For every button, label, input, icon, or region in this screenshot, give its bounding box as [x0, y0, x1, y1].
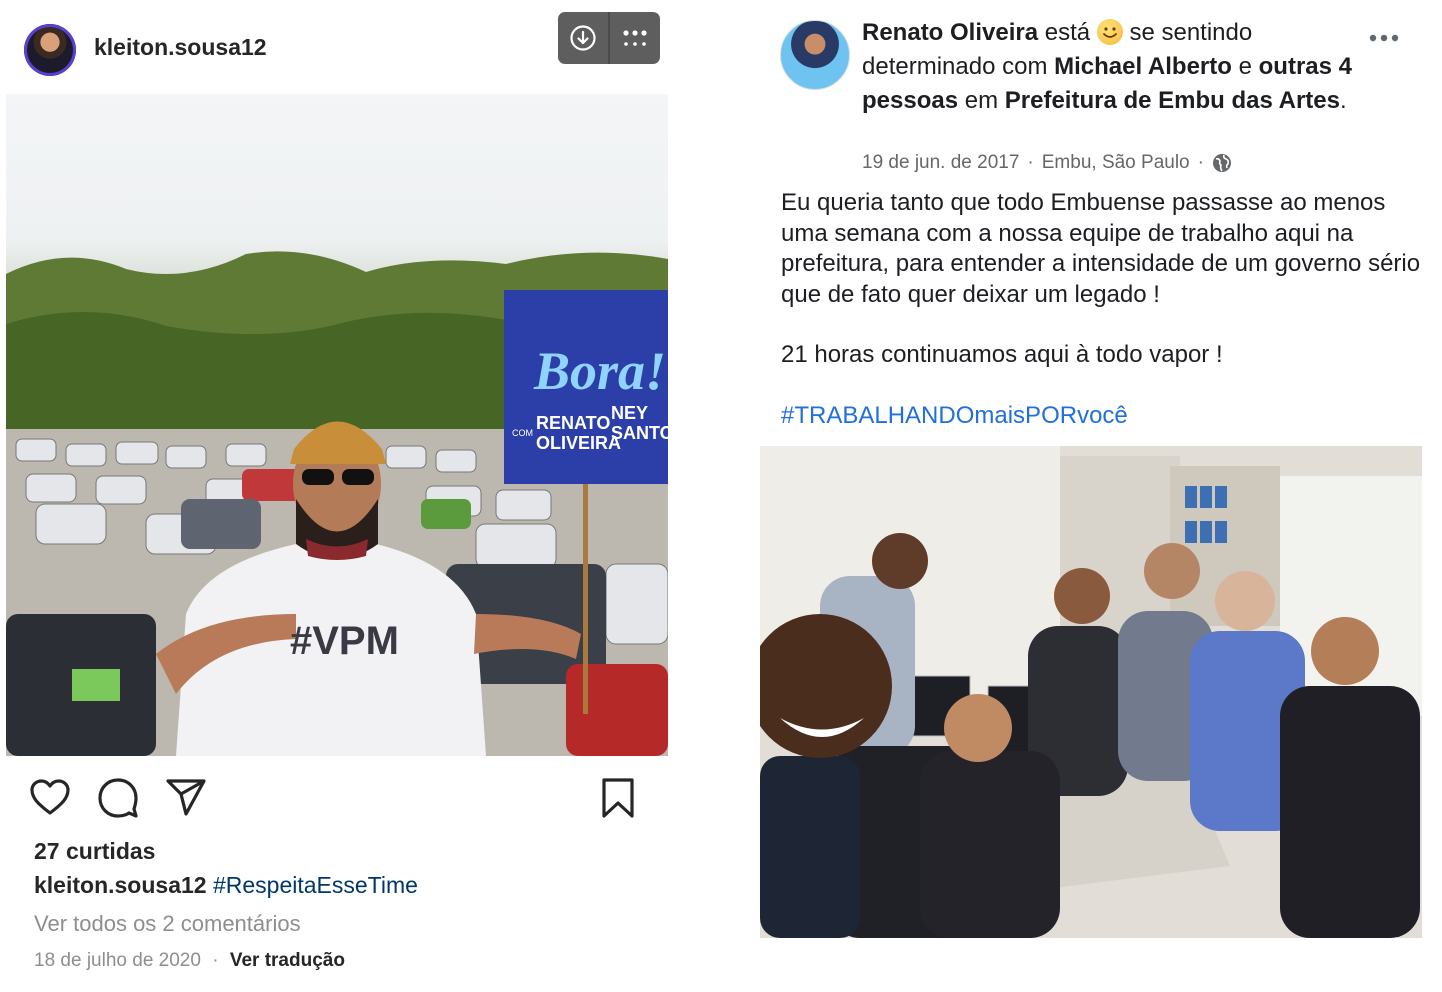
avatar[interactable]	[780, 20, 850, 90]
more-options-icon	[1369, 34, 1399, 42]
sign-name-1b: OLIVEIRA	[536, 433, 621, 453]
post-paragraph-2: 21 horas continuamos aqui à todo vapor !	[781, 341, 1223, 368]
save-button[interactable]	[596, 776, 640, 820]
post-action-bar	[28, 776, 648, 820]
sign-name-1a: RENATO	[536, 413, 610, 433]
sign-name-2b: SANTOS	[611, 423, 668, 443]
post-location[interactable]: Embu, São Paulo	[1042, 152, 1190, 174]
post-photo[interactable]: Bora! RENATO OLIVEIRA NEY SANTOS COM #VP…	[6, 94, 668, 756]
more-options-button[interactable]	[1366, 30, 1406, 46]
tagged-person[interactable]: Michael Alberto	[1054, 53, 1232, 80]
sign-com: COM	[512, 428, 533, 438]
post-photo[interactable]	[760, 446, 1422, 938]
post-date[interactable]: 19 de jun. de 2017	[862, 152, 1019, 174]
likes-count[interactable]: 27 curtidas	[34, 838, 155, 865]
heart-icon	[30, 779, 70, 815]
period: .	[1339, 87, 1347, 114]
more-options-icon	[623, 30, 647, 46]
caption-hashtag[interactable]: #RespeitaEsseTime	[213, 872, 418, 898]
globe-icon	[1212, 154, 1231, 172]
download-button[interactable]	[558, 12, 608, 64]
download-icon	[570, 25, 596, 51]
avatar[interactable]	[24, 24, 76, 76]
comment-button[interactable]	[96, 776, 140, 820]
post-meta: 19 de jun. de 2017 · Embu, São Paulo ·	[862, 152, 1232, 174]
share-button[interactable]	[164, 776, 208, 820]
caption-username[interactable]: kleiton.sousa12	[34, 872, 207, 898]
date-separator: ·	[212, 950, 219, 971]
author-name[interactable]: Renato Oliveira	[862, 19, 1038, 46]
post-author-username[interactable]: kleiton.sousa12	[94, 34, 267, 61]
feeling-word: determinado	[862, 53, 996, 80]
post-date-row: 18 de julho de 2020 · Ver tradução	[34, 950, 345, 972]
sign-headline: Bora!	[533, 341, 666, 401]
more-options-button[interactable]	[610, 12, 660, 64]
comment-icon	[98, 778, 138, 818]
feeling-text: se sentindo	[1129, 19, 1253, 46]
photo-controls	[558, 12, 660, 64]
sign-name-2a: NEY	[611, 403, 648, 423]
post-header: Renato Oliveira está se sentindo determi…	[862, 16, 1362, 118]
post-hashtag[interactable]: #TRABALHANDOmaisPORvocê	[781, 401, 1421, 432]
post-date: 18 de julho de 2020	[34, 950, 201, 971]
post-paragraph-1: Eu queria tanto que todo Embuense passas…	[781, 189, 1421, 308]
in-text: em	[964, 87, 999, 114]
see-translation-link[interactable]: Ver tradução	[230, 950, 345, 971]
post-caption: kleiton.sousa12 #RespeitaEsseTime	[34, 872, 418, 899]
meta-separator: ·	[1197, 152, 1204, 173]
like-button[interactable]	[28, 776, 72, 820]
bookmark-icon	[602, 778, 634, 818]
meta-separator: ·	[1027, 152, 1034, 173]
esta-text: está	[1044, 19, 1091, 46]
view-comments-link[interactable]: Ver todos os 2 comentários	[34, 911, 301, 937]
with-text: com	[1002, 53, 1048, 80]
facebook-post: Renato Oliveira está se sentindo determi…	[760, 0, 1442, 992]
location-link[interactable]: Prefeitura de Embu das Artes	[1005, 87, 1340, 114]
share-icon	[166, 779, 206, 816]
and-text: e	[1238, 53, 1252, 80]
post-text: Eu queria tanto que todo Embuense passas…	[781, 188, 1421, 431]
shirt-print: #VPM	[290, 619, 399, 663]
instagram-post: kleiton.sousa12 Bora! RENATO OLIVEIRA NE…	[0, 0, 676, 992]
smiling-emoji-icon	[1096, 19, 1123, 45]
